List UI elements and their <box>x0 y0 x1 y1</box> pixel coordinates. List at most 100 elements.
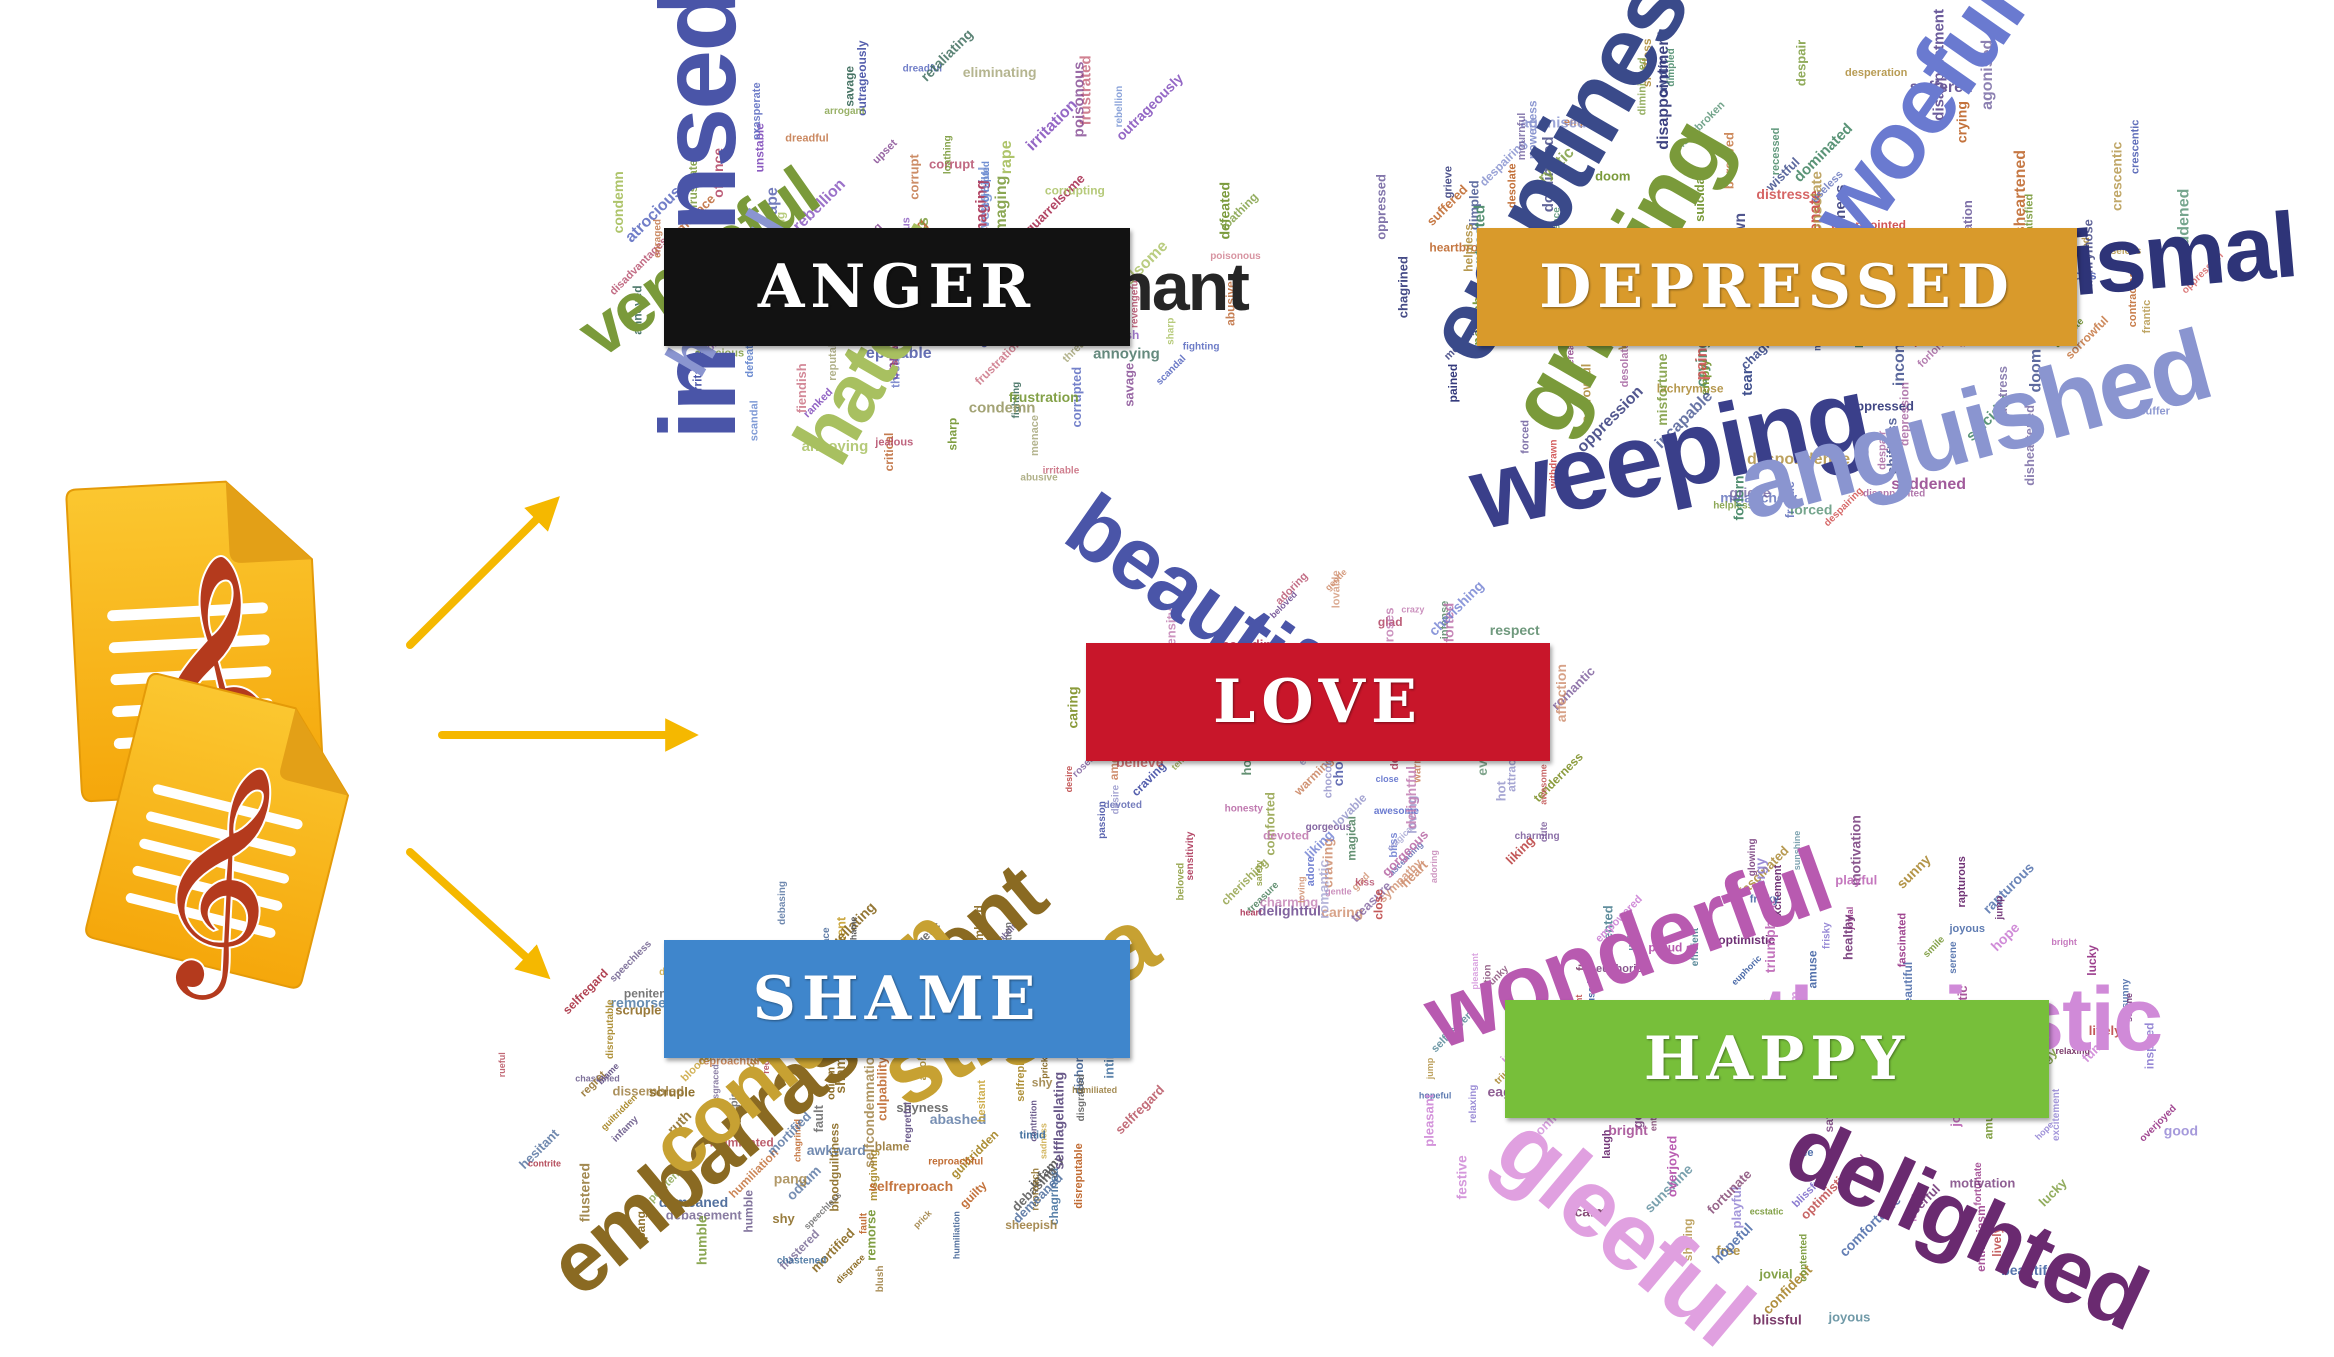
shame-cloud-word: selfregard <box>1112 1082 1167 1137</box>
shame-cloud-word: shy <box>772 1211 795 1226</box>
love-cloud-word: close <box>1376 774 1399 784</box>
anger-cloud-word: fighting <box>1183 342 1220 353</box>
shame-cloud-word: chastened <box>777 1255 826 1266</box>
shame-badge: SHAME <box>664 940 1130 1058</box>
shame-cloud-word: sheepish <box>1005 1218 1057 1232</box>
anger-badge: ANGER <box>664 228 1130 346</box>
happy-cloud-word: contented <box>1799 1234 1810 1282</box>
love-cloud-word: devoted <box>1104 800 1142 811</box>
love-cloud-word: romantic <box>1316 860 1332 919</box>
shame-cloud-word: guiltridden <box>948 1127 1002 1181</box>
shame-cloud-word: blush <box>875 1266 886 1293</box>
love-cloud-word: loving <box>1297 876 1307 903</box>
anger-cloud-word: annoying <box>1093 345 1160 362</box>
love-cloud-word: beloved <box>1176 863 1187 901</box>
happy-cloud-word: relaxing <box>1468 1085 1479 1123</box>
love-cloud-word: safety <box>1254 860 1264 886</box>
love-cloud-word: hot <box>1493 780 1508 801</box>
love-cloud-word: kiss <box>1355 877 1375 888</box>
anger-cloud-word: condemn <box>969 399 1036 416</box>
anger-cloud-word: loathing <box>943 135 954 174</box>
love-cloud-word: adoring <box>1429 850 1439 883</box>
diagram-canvas: unstablerevengefulcorruptcriticaldreadfu… <box>0 0 2334 1357</box>
anger-cloud-word: eliminating <box>963 64 1037 80</box>
shame-cloud-word: disgraced <box>1076 1074 1087 1121</box>
anger-cloud-word: menace <box>1029 415 1041 456</box>
depressed-cloud-word: crescentic <box>2129 120 2141 174</box>
love-cloud-word: cute <box>1539 821 1550 842</box>
shame-cloud-word: selfregard <box>560 966 611 1017</box>
love-cloud-word: charming <box>1260 895 1319 910</box>
anger-cloud-word: poisonous <box>1071 61 1088 137</box>
happy-cloud-word: blissful <box>1753 1311 1802 1327</box>
happy-cloud-word: fascinated <box>1896 913 1908 967</box>
shame-cloud-word: rueful <box>497 1052 507 1077</box>
happy-cloud-word: serene <box>1948 941 1959 974</box>
love-cloud-word: comforted <box>1263 792 1278 856</box>
depressed-cloud-word: despair <box>1794 40 1809 86</box>
love-cloud-word: affection <box>1553 664 1569 722</box>
shame-cloud-word: timid <box>1020 1130 1046 1142</box>
anger-cloud-word: corrupting <box>1045 183 1105 197</box>
happy-cloud-word: festive <box>1454 1155 1470 1200</box>
anger-cloud-word: arrogant <box>824 106 865 117</box>
arrow-icon-to-shame <box>406 848 551 980</box>
shame-label: SHAME <box>752 964 1042 1034</box>
happy-cloud-word: bright <box>2051 937 2077 947</box>
shame-cloud-word: prick <box>911 1207 934 1230</box>
depressed-cloud-word: recessed <box>1770 128 1782 176</box>
shame-cloud-word: selfflagellating <box>1051 1072 1067 1170</box>
shame-cloud-word: speechless <box>608 938 654 984</box>
love-label: LOVE <box>1213 667 1423 737</box>
shame-cloud-word: debasing <box>777 881 788 925</box>
anger-cloud-word: abusive <box>1020 472 1058 483</box>
happy-label: HAPPY <box>1643 1024 1911 1094</box>
anger-cloud-word: quarrelsome <box>1022 171 1088 237</box>
anger-cloud-word: savage <box>843 66 857 107</box>
anger-cloud-word: upset <box>870 137 899 166</box>
anger-cloud-word: outrageously <box>855 40 869 116</box>
happy-cloud-word: jump <box>1995 896 2006 921</box>
depressed-label: DEPRESSED <box>1539 252 2015 322</box>
love-cloud-word: desire <box>1110 784 1121 814</box>
shame-cloud-word: humiliation <box>951 1211 961 1259</box>
shame-cloud-word: scruple <box>615 1003 661 1018</box>
happy-cloud-word: sunny <box>1893 851 1934 892</box>
arrows <box>406 496 699 980</box>
anger-cloud-word: corrupt <box>907 154 922 200</box>
depressed-cloud-word: oppressed <box>1374 174 1389 240</box>
love-badge: LOVE <box>1086 643 1550 761</box>
happy-cloud-word: excitement <box>2051 1088 2062 1141</box>
love-cloud-word: respect <box>1490 622 1540 638</box>
arrow-icon-to-anger <box>406 496 560 649</box>
shame-cloud-word: pang <box>774 1171 807 1187</box>
shame-cloud-word: humble <box>741 1190 755 1233</box>
depressed-cloud-word: crescentic <box>2109 142 2125 211</box>
happy-cloud-word: joyous <box>1949 923 1985 935</box>
depressed-badge: DEPRESSED <box>1477 228 2077 346</box>
shame-cloud-word: humiliated <box>1072 1085 1117 1095</box>
depressed-cloud-feature-word: woeful <box>1789 0 2045 263</box>
happy-cloud-word: healthy <box>1840 914 1855 960</box>
depressed-cloud-word: pained <box>1446 364 1460 403</box>
happy-cloud-word: ecstatic <box>1750 1206 1784 1216</box>
shame-word-cloud: guiltriddencontritionmisgivingdebasement… <box>497 845 1175 1314</box>
love-cloud-word: close <box>1371 889 1385 920</box>
happy-cloud-word: rapturous <box>1980 859 2038 917</box>
shame-cloud-word: reproachful <box>928 1157 983 1168</box>
love-cloud-word: caring <box>1064 686 1080 728</box>
happy-cloud-word: hope <box>1988 919 2023 954</box>
depressed-cloud-word: grieve <box>1443 166 1455 198</box>
shame-cloud-word: selfreproach <box>869 1178 953 1194</box>
happy-cloud-word: smile <box>1921 934 1947 960</box>
anger-cloud-word: dreadful <box>785 133 828 145</box>
anger-cloud-word: jealous <box>874 437 913 449</box>
happy-cloud-word: pleasant <box>1421 1093 1436 1146</box>
happy-cloud-word: joyous <box>1828 1309 1871 1324</box>
anger-cloud-word: defeated <box>1217 182 1233 240</box>
happy-badge: HAPPY <box>1505 1000 2049 1118</box>
love-cloud-word: roses <box>1382 607 1397 642</box>
love-cloud-word: crazy <box>1401 604 1424 614</box>
anger-cloud-word: sharp <box>945 418 959 451</box>
love-cloud-word: passion <box>1097 801 1108 839</box>
